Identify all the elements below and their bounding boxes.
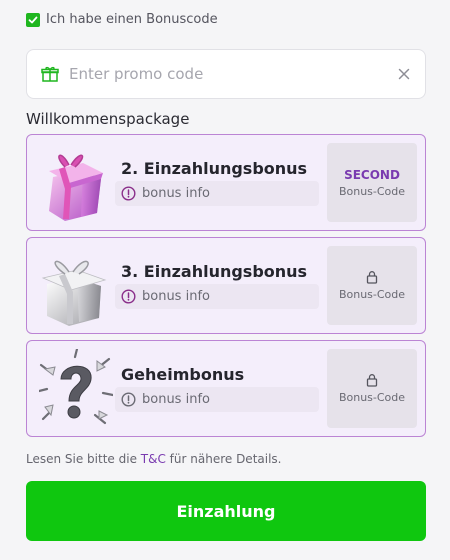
bonus-name: Geheimbonus (121, 365, 245, 384)
info-icon (121, 289, 136, 304)
terms-link[interactable]: T&C (141, 452, 166, 466)
silver-gift-box-image (41, 260, 107, 326)
bonus-card-second-deposit[interactable]: 2. Einzahlungsbonus bonus info SECOND Bo… (26, 134, 426, 231)
bonus-name: 3. Einzahlungsbonus (121, 262, 308, 281)
bonus-info-label: bonus info (142, 392, 210, 407)
bonus-info-label: bonus info (142, 289, 210, 304)
bonus-card-secret[interactable]: Geheimbonus bonus info Bonus-Code (26, 340, 426, 437)
terms-note: Lesen Sie bitte die T&C für nähere Detai… (26, 452, 281, 466)
bonus-code-box-locked: Bonus-Code (327, 246, 417, 325)
promo-code-field[interactable] (26, 49, 426, 99)
bonus-code-label: Bonus-Code (338, 391, 406, 404)
deposit-button[interactable]: Einzahlung (26, 481, 426, 541)
bonus-code-label: Bonus-Code (338, 288, 406, 301)
bonus-code-value: SECOND (344, 167, 400, 182)
checkmark-icon (28, 16, 38, 23)
welcome-package-title: Willkommenspackage (26, 110, 190, 128)
info-icon (121, 186, 136, 201)
terms-note-suffix: für nähere Details. (165, 452, 282, 466)
gift-icon (41, 66, 59, 82)
terms-note-prefix: Lesen Sie bitte die (26, 452, 141, 466)
lock-icon (366, 271, 378, 284)
bonus-code-checkbox-row[interactable]: Ich habe einen Bonuscode (26, 12, 218, 27)
bonus-info-button[interactable]: bonus info (115, 284, 319, 309)
bonus-name: 2. Einzahlungsbonus (121, 159, 308, 178)
bonus-info-button[interactable]: bonus info (115, 181, 319, 206)
bonus-code-label: Bonus-Code (338, 184, 406, 198)
bonus-info-label: bonus info (142, 186, 210, 201)
bonus-code-box-locked: Bonus-Code (327, 349, 417, 428)
bonus-code-checkbox[interactable] (26, 12, 40, 27)
bonus-card-third-deposit[interactable]: 3. Einzahlungsbonus bonus info Bonus-Cod… (26, 237, 426, 334)
bonus-code-checkbox-label[interactable]: Ich habe einen Bonuscode (46, 12, 218, 27)
lock-icon (366, 374, 378, 387)
promo-code-input[interactable] (69, 65, 397, 83)
clear-icon[interactable] (397, 67, 411, 81)
bonus-info-button[interactable]: bonus info (115, 387, 319, 412)
info-icon (121, 392, 136, 407)
pink-gift-box-image (49, 154, 103, 221)
bonus-code-box[interactable]: SECOND Bonus-Code (327, 143, 417, 222)
question-mark-image (39, 349, 113, 425)
